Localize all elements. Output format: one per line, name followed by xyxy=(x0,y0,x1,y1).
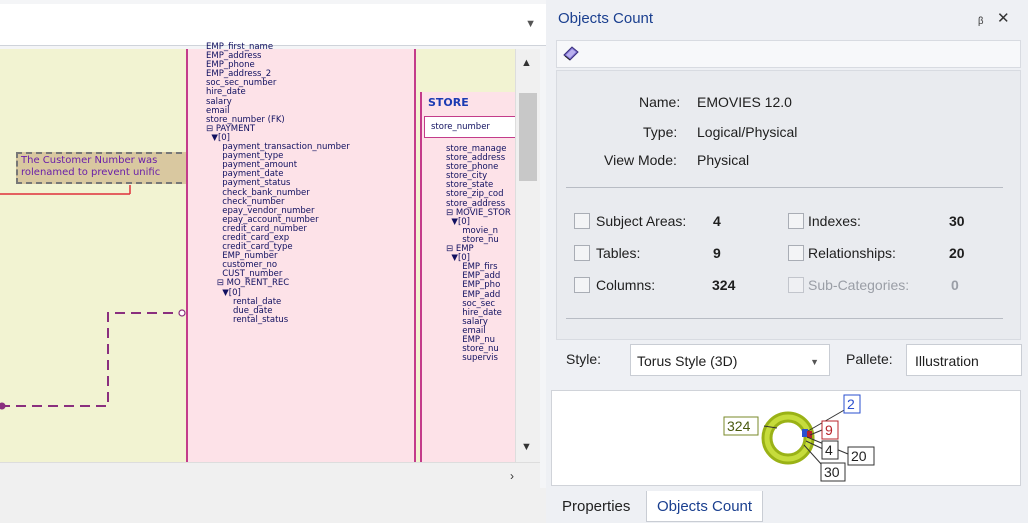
pallete-label: Pallete: xyxy=(846,351,893,367)
relationships-value: 20 xyxy=(949,245,965,261)
indexes-label: Indexes: xyxy=(808,213,861,229)
type-value: Logical/Physical xyxy=(697,124,798,140)
indexes-value: 30 xyxy=(949,213,965,229)
subject-areas-value: 4 xyxy=(713,213,721,229)
view-mode-value: Physical xyxy=(697,152,750,168)
diagram-footer xyxy=(0,488,546,523)
subject-areas-label: Subject Areas: xyxy=(596,213,687,229)
entity-title: STORE xyxy=(428,96,469,109)
label-relationships: 20 xyxy=(851,448,867,464)
name-label: Name: xyxy=(639,94,681,110)
label-tables: 9 xyxy=(825,422,833,438)
entity-primary-key: store_number xyxy=(424,116,516,138)
entity-columns: store_manage store_address store_phone s… xyxy=(446,144,511,364)
divider xyxy=(566,318,1003,319)
diagram-selector[interactable]: ▼ xyxy=(0,4,546,46)
sub-categories-value: 0 xyxy=(951,277,959,293)
label-columns: 324 xyxy=(727,418,751,434)
chevron-down-icon[interactable]: ▼ xyxy=(810,357,819,367)
relationships-checkbox[interactable] xyxy=(788,245,804,261)
note-line: rolenamed to prevent unific xyxy=(21,167,161,178)
relationship-end xyxy=(0,402,6,410)
panel-toolbar xyxy=(556,40,1021,68)
label-four: 4 xyxy=(825,442,833,458)
info-area xyxy=(556,70,1021,340)
entity-columns: EMP_first_name EMP_address EMP_phone EMP… xyxy=(206,42,350,325)
sub-categories-label: Sub-Categories: xyxy=(808,277,910,293)
relationships-label: Relationships: xyxy=(808,245,896,261)
style-label: Style: xyxy=(566,351,602,367)
view-mode-label: View Mode: xyxy=(604,152,677,168)
tab-objects-count[interactable]: Objects Count xyxy=(646,491,764,522)
name-value: EMOVIES 12.0 xyxy=(697,94,792,110)
columns-label: Columns: xyxy=(596,277,656,293)
torus-chart: 324 2 9 4 20 30 xyxy=(723,394,875,482)
type-label: Type: xyxy=(643,124,678,140)
book-icon[interactable] xyxy=(562,45,580,61)
scroll-down-icon[interactable]: ▼ xyxy=(521,441,532,453)
columns-value: 324 xyxy=(712,277,736,293)
note-line: The Customer Number was xyxy=(21,155,158,166)
label-indexes: 30 xyxy=(824,464,840,480)
entity-emp[interactable]: EMP_first_name EMP_address EMP_phone EMP… xyxy=(186,42,416,462)
indexes-checkbox[interactable] xyxy=(788,213,804,229)
tables-label: Tables: xyxy=(596,245,641,261)
style-select[interactable]: Torus Style (3D) ▼ xyxy=(630,344,830,376)
pin-icon[interactable]: ᵦ xyxy=(978,10,983,26)
pallete-select-value: Illustration xyxy=(915,353,979,369)
subject-areas-checkbox[interactable] xyxy=(574,213,590,229)
divider xyxy=(566,187,1003,188)
scroll-right-icon[interactable]: › xyxy=(510,469,514,483)
panel-title: Objects Count xyxy=(558,10,654,27)
scroll-up-icon[interactable]: ▲ xyxy=(521,57,532,69)
torus-highlight xyxy=(764,414,812,462)
objects-chart: 324 2 9 4 20 30 xyxy=(551,390,1021,486)
chevron-down-icon[interactable]: ▼ xyxy=(525,18,536,30)
relationship-end xyxy=(178,309,186,317)
vertical-scrollbar[interactable]: ▲ ▼ xyxy=(515,49,540,462)
tables-value: 9 xyxy=(713,245,721,261)
tab-properties[interactable]: Properties xyxy=(552,491,640,522)
relationship-line-dashed xyxy=(0,312,180,407)
columns-checkbox[interactable] xyxy=(574,277,590,293)
pallete-select[interactable]: Illustration xyxy=(906,344,1022,376)
scroll-thumb[interactable] xyxy=(519,93,537,181)
diagram-note[interactable]: The Customer Number was rolenamed to pre… xyxy=(16,152,192,184)
tables-checkbox[interactable] xyxy=(574,245,590,261)
sub-categories-checkbox xyxy=(788,277,804,293)
label-subject-areas: 2 xyxy=(847,396,855,412)
style-select-value: Torus Style (3D) xyxy=(637,353,738,369)
horizontal-scrollbar[interactable]: › xyxy=(0,462,540,488)
close-icon[interactable]: ✕ xyxy=(997,9,1010,27)
